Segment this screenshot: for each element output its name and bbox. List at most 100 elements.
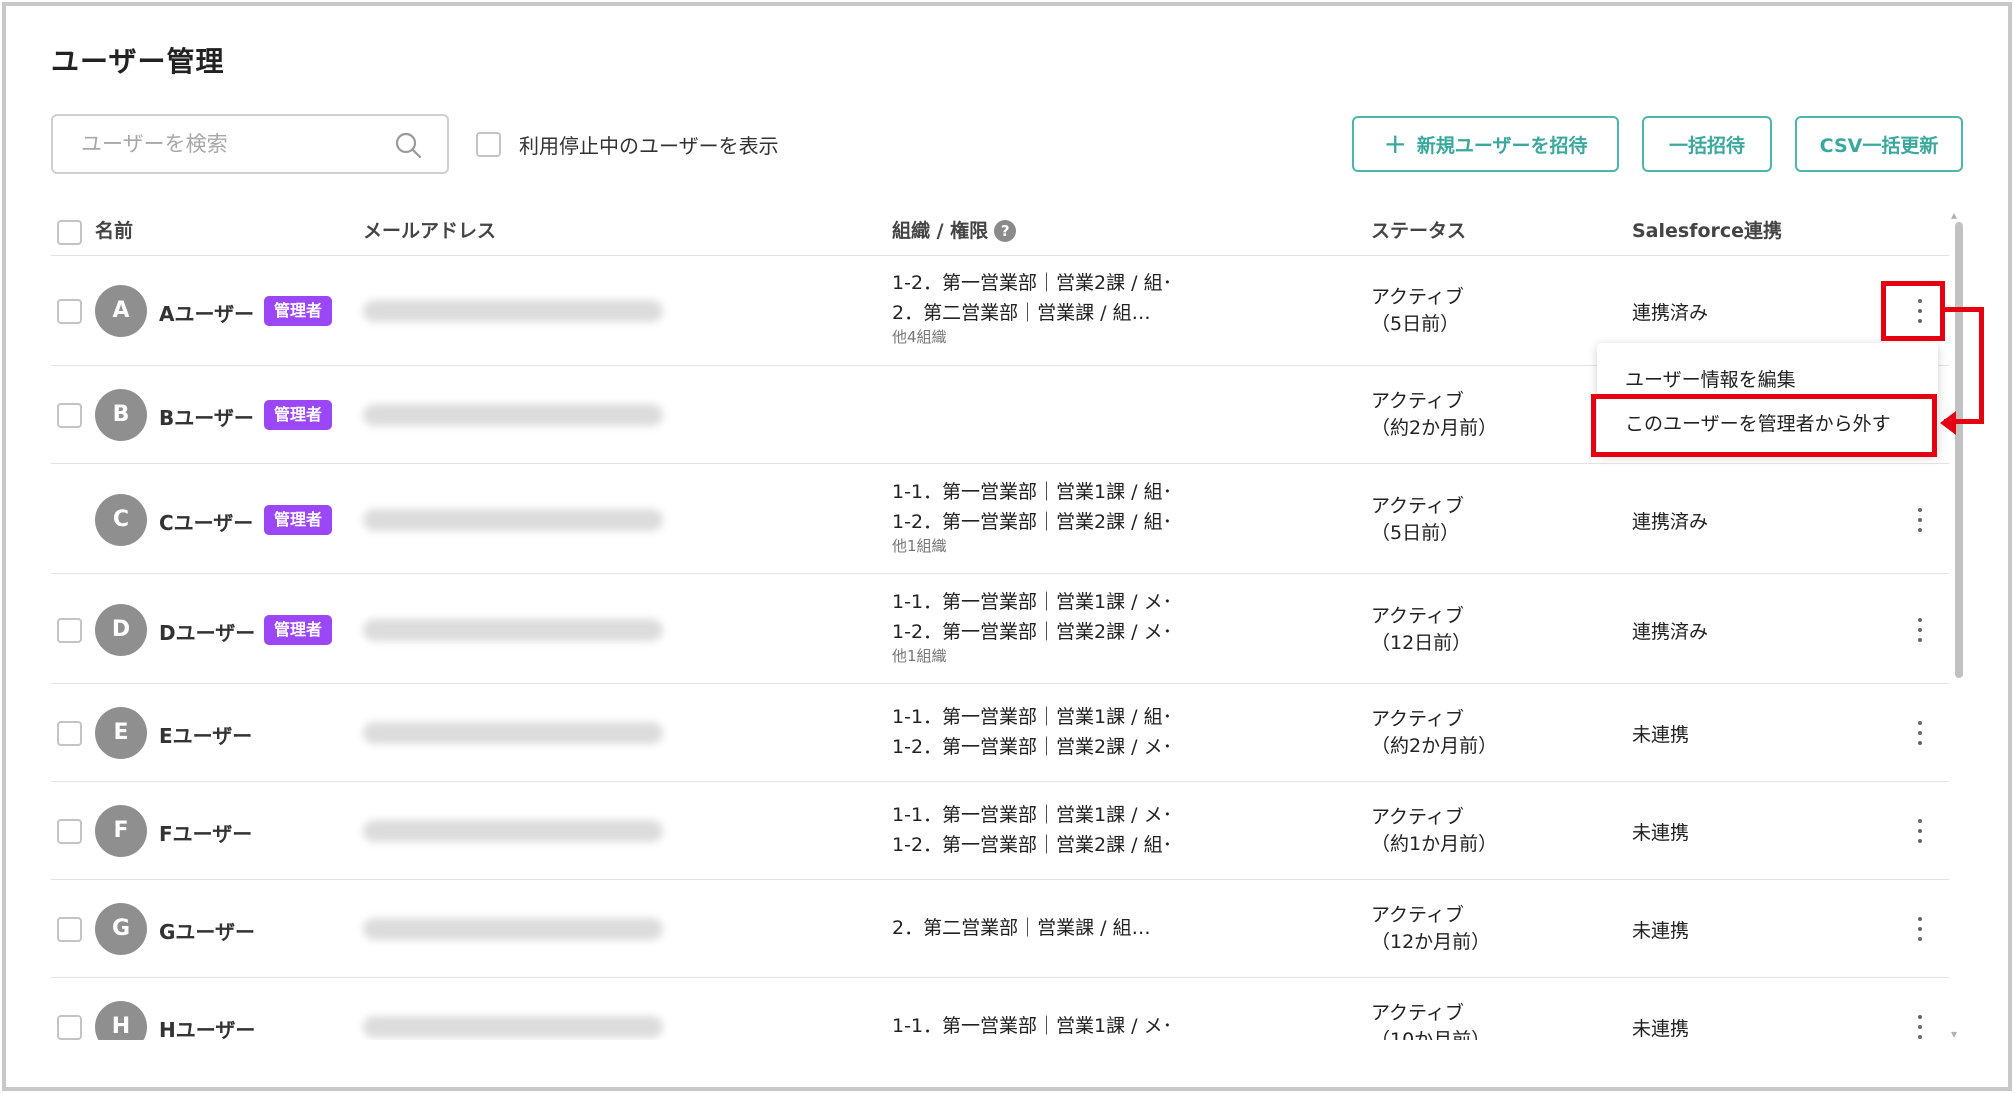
status-label: アクティブ [1371,708,1464,730]
email-blurred [363,404,663,426]
org-line: 1-2．第一営業部｜営業2課 / 組･ [892,511,1173,533]
salesforce-status: 連携済み [1632,302,1709,324]
email-blurred [363,918,663,940]
status-last-login: （5日前） [1371,313,1460,335]
org-cell: 1-1．第一営業部｜営業1課 / メ･ 1-2．第一営業部｜営業2課 / 組･ [892,800,1172,860]
status-last-login: （12日前） [1371,632,1472,654]
row-checkbox[interactable] [57,618,82,643]
org-line: 1-2．第一営業部｜営業2課 / メ･ [892,621,1173,643]
org-line: 1-2．第一営業部｜営業2課 / 組･ [892,834,1173,856]
highlight-arrow-icon [1940,411,1956,435]
status-last-login: （5日前） [1371,522,1460,544]
scroll-up-arrow-icon[interactable]: ▴ [1951,208,1957,222]
salesforce-status: 連携済み [1632,511,1709,533]
row-checkbox[interactable] [57,299,82,324]
avatar: D [95,604,147,656]
status-last-login: （約2か月前） [1371,735,1498,757]
org-line: 1-2．第一営業部｜営業2課 / メ･ [892,736,1173,758]
more-options-icon[interactable] [1905,713,1935,753]
table-row[interactable]: G Gユーザー 2．第二営業部｜営業課 / 組… アクティブ （12か月前） 未… [51,880,1949,978]
status-cell: アクティブ （約1か月前） [1371,804,1497,858]
org-cell: 1-1．第一営業部｜営業1課 / 組･ 1-2．第一営業部｜営業2課 / メ･ [892,702,1172,762]
avatar: C [95,494,147,546]
table-row[interactable]: E Eユーザー 1-1．第一営業部｜営業1課 / 組･ 1-2．第一営業部｜営業… [51,684,1949,782]
email-blurred [363,509,663,531]
email-blurred [363,820,663,842]
row-checkbox[interactable] [57,721,82,746]
org-cell: 1-1．第一営業部｜営業1課 / 組･ 1-2．第一営業部｜営業2課 / 組･ … [892,477,1172,555]
avatar: B [95,389,147,441]
org-line: 2．第二営業部｜営業課 / 組… [892,917,1151,939]
status-cell: アクティブ （5日前） [1371,493,1464,547]
user-name[interactable]: Dユーザー [159,617,255,646]
user-name[interactable]: Aユーザー [159,298,254,327]
email-blurred [363,300,663,322]
more-options-icon[interactable] [1905,500,1935,540]
highlight-kebab-box [1881,281,1945,341]
user-name[interactable]: Gユーザー [159,916,255,945]
scroll-down-arrow-icon[interactable]: ▾ [1951,1027,1957,1041]
status-label: アクティブ [1371,286,1464,308]
menu-item-edit-user[interactable]: ユーザー情報を編集 [1625,365,1796,392]
more-options-icon[interactable] [1905,610,1935,650]
salesforce-status: 連携済み [1632,621,1709,643]
org-cell: 2．第二営業部｜営業課 / 組… [892,913,1151,943]
user-table-body: A Aユーザー 管理者 1-2．第一営業部｜営業2課 / 組･ 2．第二営業部｜… [0,0,2014,1040]
admin-badge: 管理者 [264,400,332,430]
table-row[interactable]: H Hユーザー 1-1．第一営業部｜営業1課 / メ･ アクティブ （10か月前… [51,978,1949,1040]
table-row[interactable]: C Cユーザー 管理者 1-1．第一営業部｜営業1課 / 組･ 1-2．第一営業… [51,464,1949,574]
more-options-icon[interactable] [1905,909,1935,949]
org-line: 1-1．第一営業部｜営業1課 / 組･ [892,481,1173,503]
scrollbar-thumb[interactable] [1955,222,1963,678]
status-cell: アクティブ （10か月前） [1371,1000,1490,1040]
org-line: 2．第二営業部｜営業課 / 組… [892,302,1151,324]
user-name[interactable]: Bユーザー [159,402,254,431]
status-cell: アクティブ （約2か月前） [1371,706,1497,760]
status-label: アクティブ [1371,1002,1464,1024]
org-line: 1-1．第一営業部｜営業1課 / メ･ [892,591,1173,613]
email-blurred [363,1016,663,1038]
org-cell: 1-1．第一営業部｜営業1課 / メ･ 1-2．第一営業部｜営業2課 / メ･ … [892,587,1172,665]
status-last-login: （約2か月前） [1371,417,1498,439]
status-label: アクティブ [1371,390,1464,412]
user-name[interactable]: Eユーザー [159,720,252,749]
table-row[interactable]: D Dユーザー 管理者 1-1．第一営業部｜営業1課 / メ･ 1-2．第一営業… [51,574,1949,684]
org-more[interactable]: 他1組織 [892,647,1172,665]
org-more[interactable]: 他4組織 [892,328,1172,346]
email-blurred [363,722,663,744]
row-checkbox[interactable] [57,819,82,844]
status-label: アクティブ [1371,904,1464,926]
org-line: 1-2．第一営業部｜営業2課 / 組･ [892,272,1173,294]
salesforce-status: 未連携 [1632,724,1690,746]
more-options-icon[interactable] [1905,1007,1935,1040]
org-line: 1-1．第一営業部｜営業1課 / 組･ [892,706,1173,728]
salesforce-status: 未連携 [1632,822,1690,844]
row-checkbox[interactable] [57,403,82,428]
status-cell: アクティブ （12か月前） [1371,902,1490,956]
table-row[interactable]: F Fユーザー 1-1．第一営業部｜営業1課 / メ･ 1-2．第一営業部｜営業… [51,782,1949,880]
avatar: A [95,285,147,337]
user-name[interactable]: Hユーザー [159,1014,255,1040]
avatar: F [95,805,147,857]
status-last-login: （約1か月前） [1371,833,1498,855]
status-label: アクティブ [1371,806,1464,828]
admin-badge: 管理者 [264,296,332,326]
avatar: H [95,1001,147,1040]
org-more[interactable]: 他1組織 [892,537,1172,555]
status-cell: アクティブ （約2か月前） [1371,388,1497,442]
status-last-login: （12か月前） [1371,931,1491,953]
email-blurred [363,619,663,641]
org-line: 1-1．第一営業部｜営業1課 / メ･ [892,1015,1173,1037]
org-line: 1-1．第一営業部｜営業1課 / メ･ [892,804,1173,826]
row-checkbox[interactable] [57,917,82,942]
status-cell: アクティブ （12日前） [1371,603,1471,657]
user-name[interactable]: Cユーザー [159,507,253,536]
user-name[interactable]: Fユーザー [159,818,252,847]
salesforce-status: 未連携 [1632,1018,1690,1040]
row-checkbox[interactable] [57,1015,82,1040]
highlight-remove-admin-box [1591,394,1937,457]
admin-badge: 管理者 [264,505,332,535]
more-options-icon[interactable] [1905,811,1935,851]
org-cell: 1-2．第一営業部｜営業2課 / 組･ 2．第二営業部｜営業課 / 組… 他4組… [892,268,1172,346]
highlight-connector-line [1944,307,1984,424]
